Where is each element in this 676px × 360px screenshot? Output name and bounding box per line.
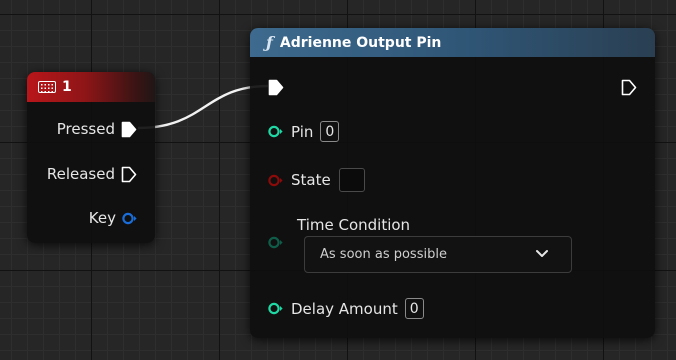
released-pin-row: Released — [47, 165, 137, 183]
state-bool-pin-icon[interactable] — [268, 174, 283, 187]
pin-int-pin-icon[interactable] — [268, 125, 283, 138]
function-node-header[interactable]: ƒ Adrienne Output Pin — [250, 28, 655, 57]
pin-label: Pin — [291, 122, 314, 141]
released-label: Released — [46, 165, 115, 183]
key-pin-row: Key — [89, 209, 137, 227]
pin-value-input[interactable]: 0 — [320, 121, 340, 142]
exec-output-pin-icon[interactable] — [621, 79, 637, 96]
input-key-node[interactable]: 1 Pressed Released Key — [27, 72, 155, 243]
input-key-node-header[interactable]: 1 — [27, 72, 155, 102]
exec-input-pin-icon[interactable] — [268, 79, 284, 96]
key-label: Key — [88, 209, 116, 227]
delay-amount-int-pin-icon[interactable] — [268, 302, 283, 315]
delay-amount-row: Delay Amount 0 — [268, 298, 424, 319]
delay-amount-value-input[interactable]: 0 — [404, 298, 424, 319]
pressed-label: Pressed — [56, 120, 115, 138]
time-condition-dropdown[interactable]: As soon as possible — [304, 236, 572, 273]
input-key-node-title: 1 — [62, 79, 72, 95]
state-label: State — [291, 171, 331, 189]
pressed-pin-row: Pressed — [57, 120, 137, 138]
released-exec-pin-icon[interactable] — [121, 166, 137, 183]
function-node-title: Adrienne Output Pin — [279, 34, 442, 51]
delay-amount-label: Delay Amount — [291, 299, 398, 318]
pressed-exec-pin-icon[interactable] — [121, 121, 137, 138]
pin-row: Pin 0 — [268, 121, 340, 142]
state-row: State — [268, 168, 365, 192]
keyboard-icon — [38, 81, 56, 93]
state-checkbox[interactable] — [338, 168, 365, 192]
time-condition-selected: As soon as possible — [320, 247, 447, 262]
function-node[interactable]: ƒ Adrienne Output Pin Pin 0 State Time C… — [250, 28, 655, 338]
time-condition-label: Time Condition — [297, 216, 411, 234]
function-icon: ƒ — [266, 33, 273, 52]
key-struct-pin-icon[interactable] — [122, 212, 137, 225]
time-condition-enum-pin-icon[interactable] — [268, 236, 283, 249]
chevron-down-icon — [536, 250, 548, 257]
